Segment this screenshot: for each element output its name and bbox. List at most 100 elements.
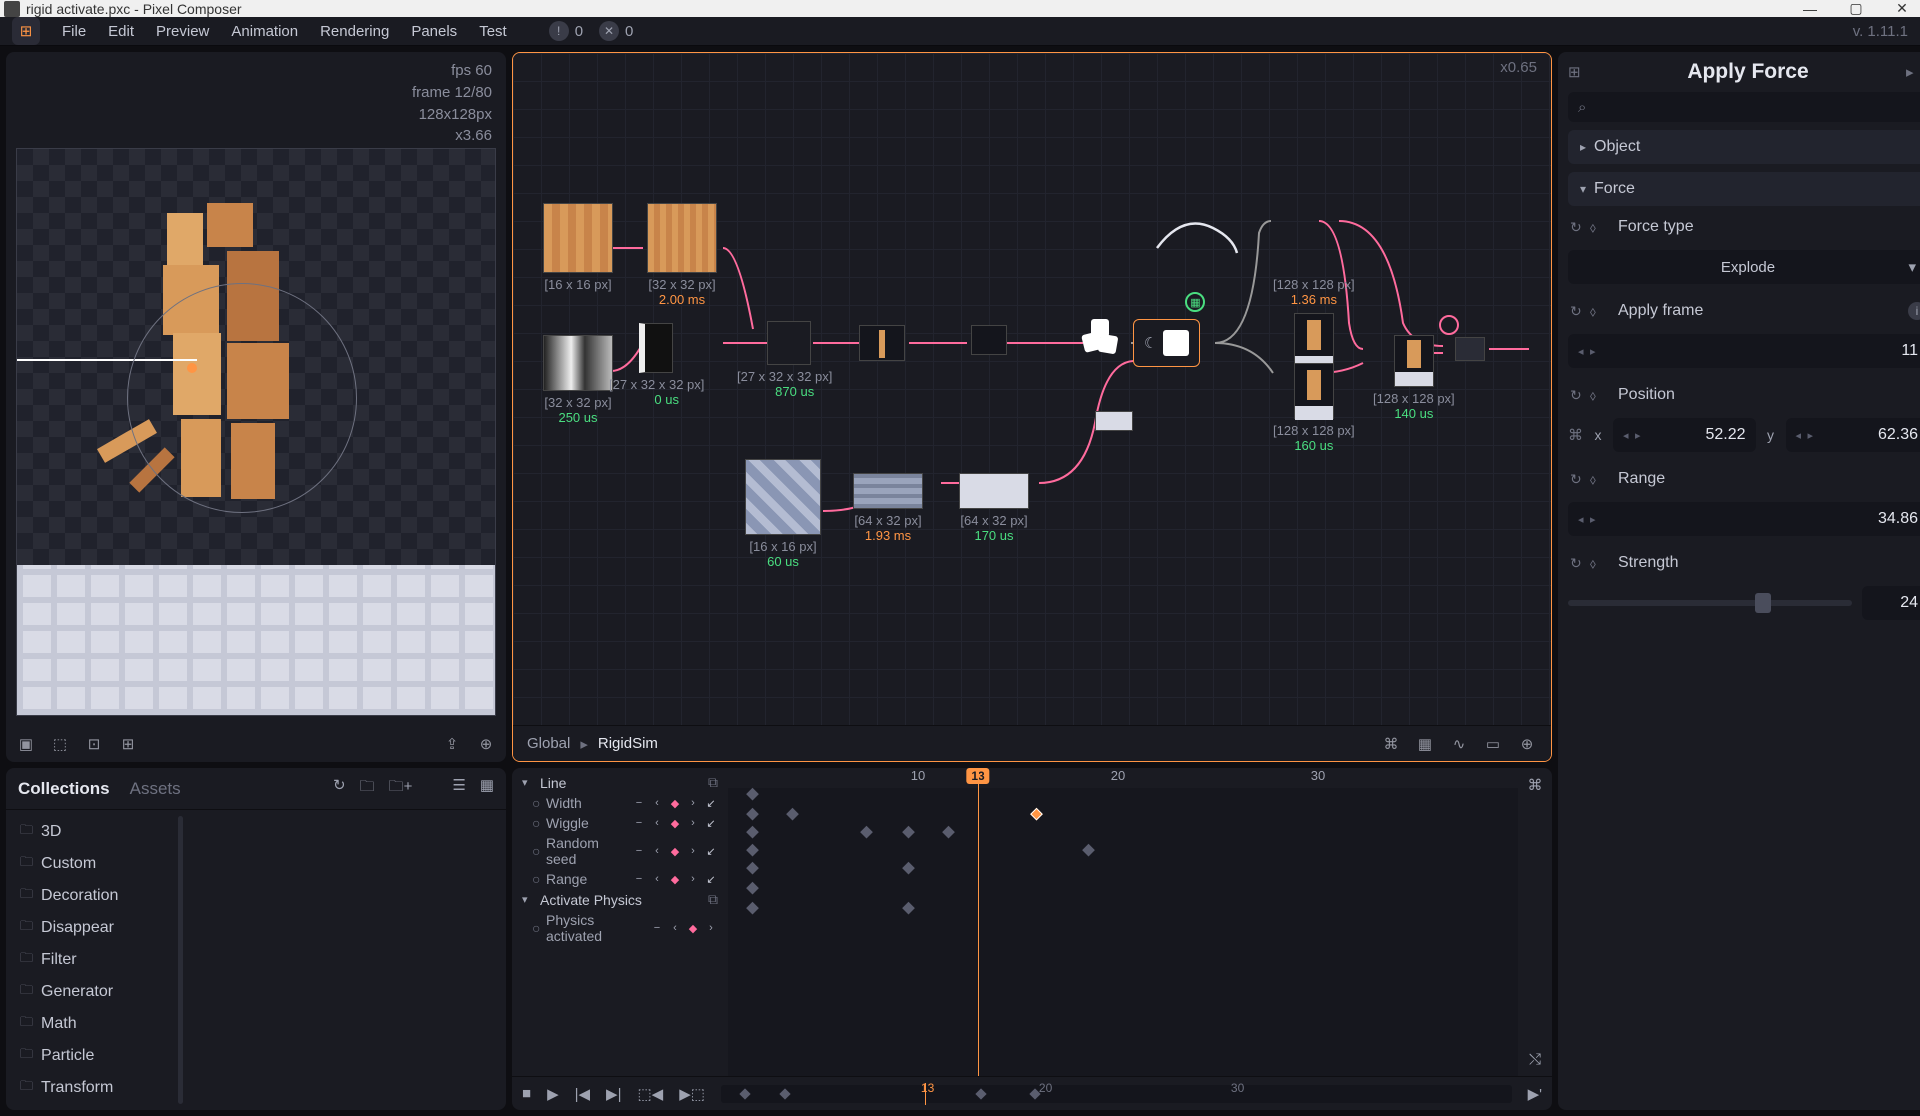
center-icon[interactable]: ⊕ (476, 734, 496, 754)
stop-button[interactable]: ■ (522, 1085, 531, 1102)
track-group[interactable]: ▾Line ⧉ (518, 772, 722, 793)
playhead[interactable] (978, 768, 979, 1076)
track-row[interactable]: ○Wiggle −‹◆›↙ (518, 813, 722, 833)
keyframe-icon[interactable]: ⬨ (1590, 387, 1596, 404)
keyframe[interactable] (942, 826, 955, 839)
keyframe[interactable] (746, 844, 759, 857)
popout-icon[interactable]: ⧉ (708, 774, 718, 791)
graph-node[interactable] (1077, 319, 1127, 359)
graph-node[interactable]: [16 x 16 px] (543, 203, 613, 292)
link-icon[interactable]: ⌘ (1568, 426, 1583, 444)
force-type-select[interactable]: Explode ▾ (1568, 250, 1920, 284)
crumb-global[interactable]: Global (527, 735, 570, 752)
keyframe[interactable] (902, 862, 915, 875)
graph-node[interactable]: [32 x 32 px] 2.00 ms (647, 203, 717, 307)
keyframe[interactable] (1082, 844, 1095, 857)
track-group[interactable]: ▾Activate Physics ⧉ (518, 889, 722, 910)
reset-icon[interactable]: ↻ (1570, 555, 1582, 572)
graph-tool-link-icon[interactable]: ⌘ (1381, 734, 1401, 754)
strength-slider[interactable] (1568, 600, 1852, 606)
folder-item[interactable]: 🗀3D (14, 816, 168, 848)
tab-collections[interactable]: Collections (18, 779, 110, 799)
list-view-icon[interactable]: ☰ (452, 776, 465, 801)
increment-icon[interactable]: ▸ (1590, 345, 1600, 358)
graph-node[interactable] (1095, 411, 1133, 431)
keyframe[interactable] (746, 862, 759, 875)
timeline-ruler[interactable]: 10 20 30 13 (728, 768, 1518, 788)
track-row[interactable]: ○Physics activated −‹◆› (518, 910, 722, 946)
graph-node[interactable]: [27 x 32 x 32 px] 870 us (767, 321, 832, 399)
refresh-icon[interactable]: ↻ (333, 776, 346, 801)
keyframe[interactable] (902, 902, 915, 915)
preview-tool-2-icon[interactable]: ⬚ (50, 734, 70, 754)
range-input[interactable]: ◂▸ 34.86 (1568, 502, 1920, 536)
folder-item[interactable]: 🗀Disappear (14, 912, 168, 944)
tab-assets[interactable]: Assets (130, 779, 181, 799)
mini-timeline[interactable]: 13 20 30 (721, 1085, 1512, 1103)
keyframe-icon[interactable]: ⬨ (1590, 471, 1596, 488)
folder-item[interactable]: 🗀Generator (14, 976, 168, 1008)
error-badge[interactable]: ✕0 (599, 21, 633, 41)
inspector-prev-icon[interactable]: ⊞ (1568, 63, 1590, 81)
keyframe[interactable] (746, 882, 759, 895)
menu-preview[interactable]: Preview (156, 23, 209, 40)
export-icon[interactable]: ⇪ (442, 734, 462, 754)
folder-list[interactable]: 🗀3D 🗀Custom 🗀Decoration 🗀Disappear 🗀Filt… (6, 810, 176, 1110)
play-button[interactable]: ▶ (547, 1085, 559, 1103)
graph-node[interactable]: [32 x 32 px] 250 us (543, 335, 613, 425)
keyframe[interactable] (746, 808, 759, 821)
graph-node[interactable]: [64 x 32 px] 1.93 ms (853, 473, 923, 543)
graph-tool-grid-icon[interactable]: ▦ (1415, 734, 1435, 754)
keyframe[interactable] (746, 826, 759, 839)
graph-node[interactable] (971, 325, 1007, 355)
keyframe[interactable] (1030, 808, 1043, 821)
graph-node[interactable]: [16 x 16 px] 60 us (745, 459, 821, 569)
timeline-grid[interactable]: 10 20 30 13 (728, 768, 1518, 1076)
grid-view-icon[interactable]: ▦ (480, 776, 494, 801)
close-button[interactable]: ✕ (1888, 0, 1916, 17)
track-row[interactable]: ○Range −‹◆›↙ (518, 869, 722, 889)
graph-node[interactable]: [64 x 32 px] 170 us (959, 473, 1029, 543)
graph-panel[interactable]: [16 x 16 px] [32 x 32 px] 2.00 ms [32 x … (512, 52, 1552, 762)
menu-test[interactable]: Test (479, 23, 507, 40)
preview-tool-3-icon[interactable]: ⊡ (84, 734, 104, 754)
help-icon[interactable]: i (1908, 302, 1920, 320)
graph-tool-center-icon[interactable]: ⊕ (1517, 734, 1537, 754)
timeline-link-icon[interactable]: ⌘ (1528, 776, 1543, 794)
timeline-end-button[interactable]: ▶' (1528, 1085, 1542, 1103)
maximize-button[interactable]: ▢ (1842, 0, 1870, 17)
folder-item[interactable]: 🗀Math (14, 1008, 168, 1040)
minimize-button[interactable]: — (1796, 1, 1824, 17)
next-key-button[interactable]: ▶⬚ (679, 1085, 705, 1103)
keyframe-icon[interactable]: ⬨ (1590, 555, 1596, 572)
reset-icon[interactable]: ↻ (1570, 219, 1582, 236)
popout-icon[interactable]: ⧉ (708, 891, 718, 908)
section-force[interactable]: ▾ Force (1568, 172, 1920, 206)
graph-node[interactable]: [128 x 128 px] 140 us (1373, 335, 1455, 421)
folder-item[interactable]: 🗀Particle (14, 1040, 168, 1072)
keyframe[interactable] (786, 808, 799, 821)
graph-node[interactable] (1455, 337, 1485, 361)
keyframe[interactable] (746, 902, 759, 915)
graph-node[interactable]: [128 x 128 px] 160 us (1273, 363, 1355, 453)
strength-value[interactable]: 24 (1862, 586, 1920, 620)
prev-frame-button[interactable]: |◀ (575, 1085, 590, 1103)
graph-canvas[interactable]: [16 x 16 px] [32 x 32 px] 2.00 ms [32 x … (513, 53, 1551, 761)
folder-item[interactable]: 🗀Filter (14, 944, 168, 976)
folder-item[interactable]: 🗀Custom (14, 848, 168, 880)
track-row[interactable]: ○Random seed −‹◆›↙ (518, 833, 722, 869)
keyframe-icon[interactable]: ⬨ (1590, 219, 1596, 236)
scrollbar[interactable] (178, 816, 183, 1104)
track-row[interactable]: ○Width −‹◆›↙ (518, 793, 722, 813)
section-object[interactable]: ▸ Object (1568, 130, 1920, 164)
reset-icon[interactable]: ↻ (1570, 387, 1582, 404)
menu-file[interactable]: File (62, 23, 86, 40)
graph-node-selected[interactable]: ☾ ▦ (1133, 319, 1200, 367)
timeline-shuffle-icon[interactable]: ⤭ (1529, 1051, 1541, 1068)
reset-icon[interactable]: ↻ (1570, 471, 1582, 488)
preview-canvas[interactable] (16, 148, 496, 716)
crumb-rigidsim[interactable]: RigidSim (598, 735, 658, 752)
folder-item[interactable]: 🗀Transform (14, 1072, 168, 1104)
position-x-input[interactable]: ◂▸ 52.22 (1613, 418, 1756, 452)
reset-icon[interactable]: ↻ (1570, 303, 1582, 320)
